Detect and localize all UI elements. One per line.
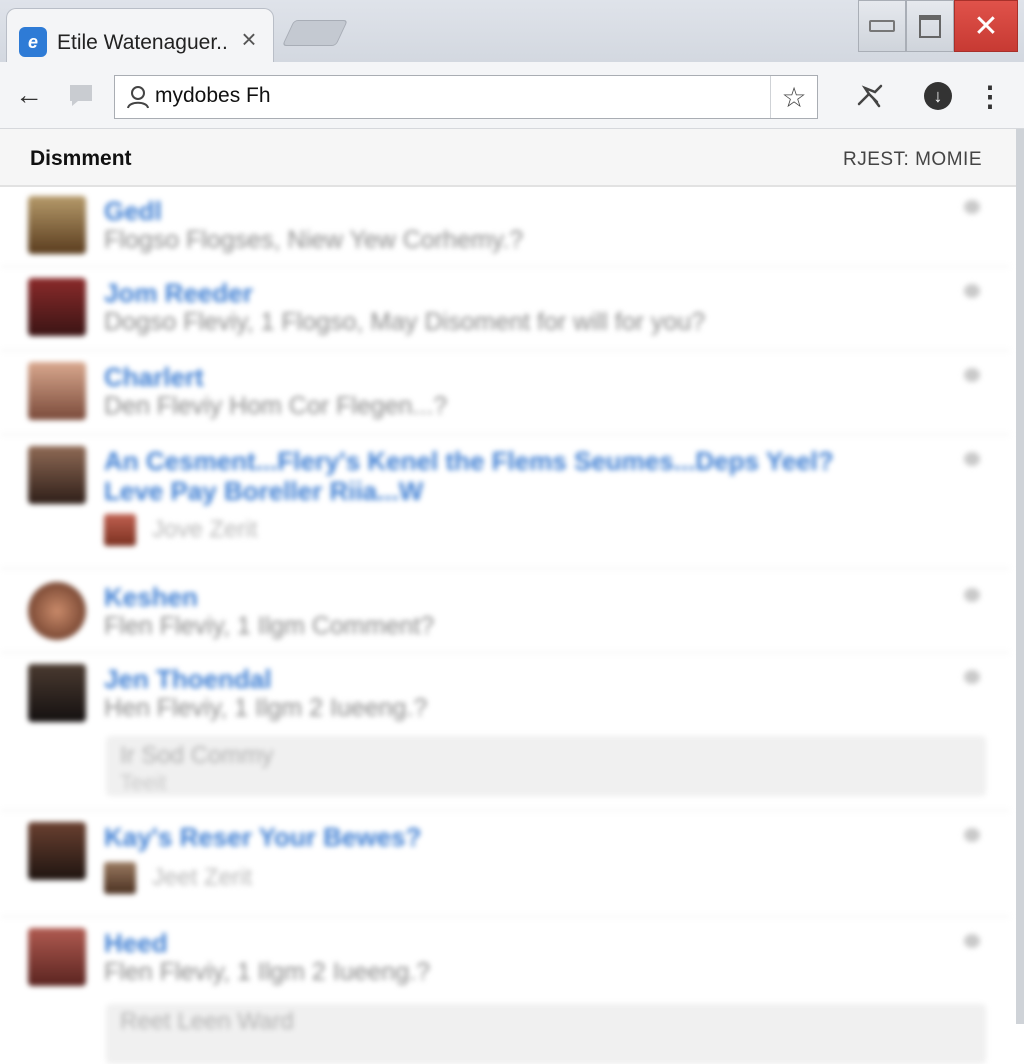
comment-text: Flen Fleviy, 1 Ilgm 2 Iueeng.? — [104, 958, 431, 986]
window-close-button[interactable]: ✕ — [954, 0, 1018, 52]
reply-author: Jeet Zerit — [152, 864, 253, 891]
more-options-icon[interactable] — [964, 828, 980, 842]
minimize-button[interactable] — [858, 0, 906, 52]
comment-author[interactable]: Jom Reeder — [104, 278, 253, 309]
page-title: Dismment — [30, 147, 132, 170]
avatar[interactable] — [28, 664, 86, 722]
menu-icon[interactable]: ⋮ — [972, 78, 1008, 114]
title-bar: e Etile Watenaguer.. × ✕ — [0, 0, 1024, 65]
avatar[interactable] — [28, 822, 86, 880]
comment-author[interactable]: Keshen — [104, 582, 198, 613]
comment-text: Den Fleviy Hom Cor Flegen...? — [104, 392, 448, 420]
browser-favicon-icon: e — [19, 27, 47, 57]
list-item[interactable]: Jom Reeder Dogso Fleviy, 1 Flogso, May D… — [0, 266, 1010, 351]
list-item[interactable]: Gedl Flogso Flogses, Niew Yew Corhemy.? — [0, 188, 1010, 267]
list-item[interactable]: Charlert Den Fleviy Hom Cor Flegen...? — [0, 350, 1010, 435]
reply-avatar[interactable] — [104, 862, 136, 894]
comment-text: Dogso Fleviy, 1 Flogso, May Disoment for… — [104, 308, 706, 336]
more-options-icon[interactable] — [964, 588, 980, 602]
back-arrow-icon[interactable]: ← — [12, 78, 46, 112]
forward-icon[interactable] — [64, 78, 98, 112]
new-tab-button[interactable] — [281, 20, 349, 46]
page-meta[interactable]: RJEST: MOMIE — [843, 149, 982, 171]
address-bar[interactable]: mydobes Fh ☆ — [114, 75, 818, 119]
reply-avatar[interactable] — [104, 514, 136, 546]
maximize-button[interactable] — [906, 0, 954, 52]
avatar[interactable] — [28, 928, 86, 986]
avatar[interactable] — [28, 278, 86, 336]
browser-tab[interactable]: e Etile Watenaguer.. × — [6, 8, 274, 65]
avatar[interactable] — [28, 582, 86, 640]
download-icon: ↓ — [924, 82, 952, 110]
scrollbar[interactable] — [1016, 129, 1024, 1024]
browser-toolbar: ← mydobes Fh ☆ ↓ ⋮ — [0, 62, 1024, 129]
avatar[interactable] — [28, 362, 86, 420]
comment-text: Flen Fleviy, 1 Ilgm Comment? — [104, 612, 435, 640]
comment-text: Flogso Flogses, Niew Yew Corhemy.? — [104, 226, 524, 254]
avatar[interactable] — [28, 446, 86, 504]
tab-close-icon[interactable]: × — [235, 24, 263, 54]
user-icon — [127, 86, 149, 109]
extension-icon[interactable] — [852, 78, 888, 114]
comment-text: Hen Fleviy, 1 Ilgm 2 Iueeng.? — [104, 694, 428, 722]
comment-list: Gedl Flogso Flogses, Niew Yew Corhemy.? … — [0, 188, 1010, 1064]
download-button[interactable]: ↓ — [920, 78, 956, 114]
quoted-reply-title: Reet Leen Ward — [120, 1008, 294, 1035]
comment-author[interactable]: Heed — [104, 928, 168, 959]
list-item[interactable]: An Cesment...Flery's Kenel the Flems Seu… — [0, 434, 1010, 569]
bookmark-star-icon[interactable]: ☆ — [770, 76, 817, 118]
minimize-icon — [869, 20, 895, 32]
list-item[interactable]: Heed Flen Fleviy, 1 Ilgm 2 Iueeng.? Reet… — [0, 916, 1010, 1064]
maximize-icon — [919, 14, 941, 38]
tab-title: Etile Watenaguer.. — [57, 31, 228, 54]
more-options-icon[interactable] — [964, 452, 980, 466]
list-item[interactable]: Jen Thoendal Hen Fleviy, 1 Ilgm 2 Iueeng… — [0, 652, 1010, 811]
quoted-reply-title: Ir Sod Commy — [120, 742, 274, 769]
comment-author[interactable]: An Cesment...Flery's Kenel the Flems Seu… — [104, 446, 834, 477]
more-options-icon[interactable] — [964, 934, 980, 948]
list-item[interactable]: Keshen Flen Fleviy, 1 Ilgm Comment? — [0, 568, 1010, 653]
comment-author[interactable]: Charlert — [104, 362, 204, 393]
close-icon: ✕ — [973, 9, 999, 43]
list-item[interactable]: Kay's Reser Your Bewes? Jeet Zerit — [0, 810, 1010, 917]
comment-author[interactable]: Gedl — [104, 196, 162, 227]
address-text[interactable]: mydobes Fh — [155, 84, 271, 108]
more-options-icon[interactable] — [964, 284, 980, 298]
comment-author-continued[interactable]: Leve Pay Boreller Riia...W — [104, 476, 423, 507]
avatar[interactable] — [28, 196, 86, 254]
reply-author: Jove Zerit — [152, 516, 258, 543]
quoted-reply-text: Teeit — [120, 770, 167, 795]
more-options-icon[interactable] — [964, 670, 980, 684]
page-header: Dismment RJEST: MOMIE — [0, 129, 1018, 187]
comment-author[interactable]: Jen Thoendal — [104, 664, 272, 695]
more-options-icon[interactable] — [964, 200, 980, 214]
more-options-icon[interactable] — [964, 368, 980, 382]
comment-author[interactable]: Kay's Reser Your Bewes? — [104, 822, 421, 853]
